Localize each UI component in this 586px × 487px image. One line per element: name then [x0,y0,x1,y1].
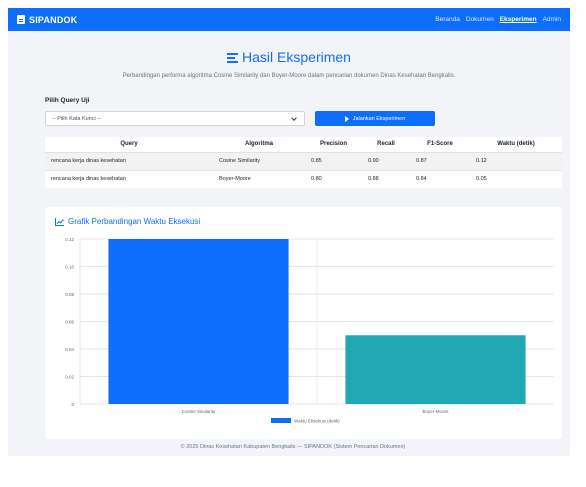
legend-swatch [271,418,291,423]
cell-query: rencana kerja dinas kesehatan [45,169,213,188]
nav-links: Beranda Dokumen Eksperimen Admin [435,16,561,23]
cell-f1-score: 0.87 [410,151,470,170]
nav-link-admin[interactable]: Admin [543,16,561,23]
y-tick-label: 0.04 [65,347,74,352]
table-header-row: Query Algoritma Precision Recall F1-Scor… [45,137,562,153]
y-tick-label: 0.06 [65,320,74,325]
cell-recall: 0.88 [362,169,410,188]
brand-name: SIPANDOK [29,14,78,25]
nav-link-dokumen[interactable]: Dokumen [466,16,494,23]
col-f1-score: F1-Score [410,137,470,153]
chart-title-text: Grafik Perbandingan Waktu Eksekusi [68,217,201,226]
table-row: rencana kerja dinas kesehatan Boyer-Moor… [45,169,562,188]
play-icon [344,115,349,122]
table-row: rencana kerja dinas kesehatan Cosine Sim… [45,151,562,170]
cell-f1-score: 0.84 [410,169,470,188]
results-table: Query Algoritma Precision Recall F1-Scor… [45,137,562,188]
y-tick-label: 0.08 [65,292,74,297]
cell-precision: 0.80 [305,169,362,188]
run-experiment-button[interactable]: Jalankan Eksperimen [315,111,435,126]
footer: © 2025 Dinas Kesehatan Kabupaten Bengkal… [180,444,406,450]
col-query: Query [45,137,213,153]
cell-algoritma: Cosine Similarity [213,151,305,170]
col-recall: Recall [362,137,410,153]
bar-boyer-moore [345,335,526,404]
x-tick-label: Boyer-Moore [422,409,449,414]
col-waktu: Waktu (detik) [470,137,562,153]
y-tick-label: 0.10 [65,265,74,270]
list-icon [227,53,239,63]
run-experiment-label: Jalankan Eksperimen [352,115,406,122]
chart-title: Grafik Perbandingan Waktu Eksekusi [55,217,200,226]
page-subtitle: Perbandingan performa algoritma Cosine S… [122,73,456,79]
cell-waktu: 0.12 [470,151,562,170]
cell-query: rencana kerja dinas kesehatan [45,151,213,170]
col-precision: Precision [305,137,362,153]
page-title-text: Hasil Eksperimen [242,49,351,65]
y-tick-label: 0.12 [65,237,74,242]
nav-link-beranda[interactable]: Beranda [435,16,460,23]
query-select[interactable]: -- Pilih Kata Kunci -- [45,111,305,126]
page-title: Hasil Eksperimen [8,49,570,65]
query-label: Pilih Query Uji [45,97,90,104]
execution-time-chart: 0 0.02 0.04 0.06 0.08 0.10 0.12 Cosine Similari… [65,237,554,424]
cell-waktu: 0.05 [470,169,562,188]
legend-label: Waktu Eksekusi (detik) [294,419,340,424]
col-algoritma: Algoritma [213,137,305,153]
y-tick-label: 0.02 [65,375,74,380]
main-content: Hasil Eksperimen Perbandingan performa a… [8,31,570,456]
x-tick-label: Cosine Similarity [182,409,216,414]
nav-link-eksperimen[interactable]: Eksperimen [500,16,537,23]
query-select-value: -- Pilih Kata Kunci -- [52,115,101,122]
cell-precision: 0.85 [305,151,362,170]
chevron-down-icon [291,114,297,121]
y-tick-label: 0 [71,402,74,407]
navbar: SIPANDOK Beranda Dokumen Eksperimen Admi… [8,8,570,31]
bar-cosine-similarity [108,239,289,404]
brand[interactable]: SIPANDOK [17,15,77,25]
cell-recall: 0.90 [362,151,410,170]
cell-algoritma: Boyer-Moore [213,169,305,188]
line-chart-icon [55,217,64,226]
chart-card: 0 0.02 0.04 0.06 0.08 0.10 0.12 Cosine Similari… [45,207,562,439]
document-icon [17,15,25,24]
